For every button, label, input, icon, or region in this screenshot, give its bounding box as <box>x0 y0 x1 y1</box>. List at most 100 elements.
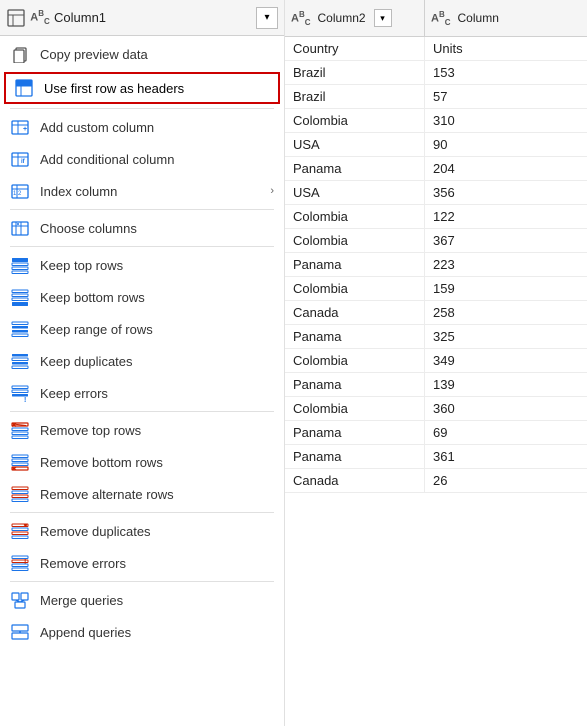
cell-col3: 349 <box>425 349 587 372</box>
remove-top-rows-label: Remove top rows <box>40 423 274 438</box>
merge-queries-label: Merge queries <box>40 593 274 608</box>
cell-col2: Colombia <box>285 397 425 420</box>
index-col-icon: 1,2 <box>10 181 30 201</box>
col3-label: Column <box>458 11 499 25</box>
table-row: Brazil57 <box>285 85 587 109</box>
cell-col2: Colombia <box>285 277 425 300</box>
use-first-row-icon <box>14 78 34 98</box>
table-row: Canada258 <box>285 301 587 325</box>
menu-item-remove-alternate-rows[interactable]: Remove alternate rows <box>0 478 284 510</box>
menu-item-remove-errors[interactable]: ! Remove errors <box>0 547 284 579</box>
table-row: USA356 <box>285 181 587 205</box>
col2-filter-btn[interactable]: ▾ <box>374 9 392 27</box>
menu-item-keep-duplicates[interactable]: Keep duplicates <box>0 345 284 377</box>
table-row: Panama223 <box>285 253 587 277</box>
remove-bottom-icon <box>10 452 30 472</box>
table-row: Panama361 <box>285 445 587 469</box>
index-column-arrow: › <box>270 185 274 197</box>
menu-item-merge-queries[interactable]: Merge queries <box>0 584 284 616</box>
cell-col2: Brazil <box>285 61 425 84</box>
keep-range-icon <box>10 319 30 339</box>
cell-col2: Panama <box>285 373 425 396</box>
svg-text:!: ! <box>24 559 26 566</box>
svg-text:if: if <box>21 159 26 165</box>
cell-col2: USA <box>285 133 425 156</box>
cell-col3: 139 <box>425 373 587 396</box>
col3-type-icon: ABC <box>431 10 451 27</box>
cell-col2: Panama <box>285 421 425 444</box>
add-conditional-col-icon: if <box>10 149 30 169</box>
merge-icon <box>10 590 30 610</box>
cell-col3: Units <box>425 37 587 60</box>
keep-bottom-icon <box>10 287 30 307</box>
keep-range-rows-label: Keep range of rows <box>40 322 274 337</box>
menu-item-remove-duplicates[interactable]: Remove duplicates <box>0 515 284 547</box>
menu-item-keep-bottom-rows[interactable]: Keep bottom rows <box>0 281 284 313</box>
menu-item-add-conditional-column[interactable]: if Add conditional column <box>0 143 284 175</box>
menu-item-index-column[interactable]: 1,2 Index column › <box>0 175 284 207</box>
remove-dup-icon <box>10 521 30 541</box>
menu-item-keep-range-rows[interactable]: Keep range of rows <box>0 313 284 345</box>
divider-3 <box>10 246 274 247</box>
copy-preview-label: Copy preview data <box>40 47 274 62</box>
col2-header: ABC Column2 ▾ <box>285 0 425 36</box>
cell-col2: Country <box>285 37 425 60</box>
cell-col2: Colombia <box>285 349 425 372</box>
table-row: Panama139 <box>285 373 587 397</box>
remove-alternate-rows-label: Remove alternate rows <box>40 487 274 502</box>
copy-icon <box>10 44 30 64</box>
col1-type-icon: ABC <box>30 8 50 28</box>
menu-item-choose-columns[interactable]: Choose columns <box>0 212 284 244</box>
table-row: Brazil153 <box>285 61 587 85</box>
cell-col3: 122 <box>425 205 587 228</box>
col2-label: Column2 <box>318 11 366 25</box>
keep-err-icon: ! <box>10 383 30 403</box>
menu-item-add-custom-column[interactable]: + Add custom column <box>0 111 284 143</box>
menu-item-remove-bottom-rows[interactable]: Remove bottom rows <box>0 446 284 478</box>
cell-col3: 26 <box>425 469 587 492</box>
menu-item-remove-top-rows[interactable]: Remove top rows <box>0 414 284 446</box>
menu-item-keep-errors[interactable]: ! Keep errors <box>0 377 284 409</box>
table-icon <box>6 8 26 28</box>
choose-col-icon <box>10 218 30 238</box>
cell-col2: Panama <box>285 157 425 180</box>
keep-top-rows-label: Keep top rows <box>40 258 274 273</box>
menu-item-keep-top-rows[interactable]: Keep top rows <box>0 249 284 281</box>
col2-type-icon: ABC <box>291 10 311 27</box>
menu-item-append-queries[interactable]: Append queries <box>0 616 284 648</box>
table-row: CountryUnits <box>285 37 587 61</box>
cell-col3: 159 <box>425 277 587 300</box>
cell-col3: 360 <box>425 397 587 420</box>
append-icon <box>10 622 30 642</box>
choose-columns-label: Choose columns <box>40 221 274 236</box>
cell-col3: 361 <box>425 445 587 468</box>
col1-label: Column1 <box>54 10 252 25</box>
cell-col2: Brazil <box>285 85 425 108</box>
col1-filter-btn[interactable]: ▾ <box>256 7 278 29</box>
add-conditional-column-label: Add conditional column <box>40 152 274 167</box>
table-row: Colombia360 <box>285 397 587 421</box>
remove-errors-label: Remove errors <box>40 556 274 571</box>
cell-col2: USA <box>285 181 425 204</box>
cell-col3: 258 <box>425 301 587 324</box>
add-custom-column-label: Add custom column <box>40 120 274 135</box>
keep-dup-icon <box>10 351 30 371</box>
cell-col2: Canada <box>285 301 425 324</box>
cell-col3: 90 <box>425 133 587 156</box>
table-row: USA90 <box>285 133 587 157</box>
table-row: Panama325 <box>285 325 587 349</box>
keep-bottom-rows-label: Keep bottom rows <box>40 290 274 305</box>
cell-col3: 325 <box>425 325 587 348</box>
keep-top-icon <box>10 255 30 275</box>
menu-item-use-first-row[interactable]: Use first row as headers <box>4 72 280 104</box>
cell-col3: 153 <box>425 61 587 84</box>
data-header-row: ABC Column2 ▾ ABC Column <box>285 0 587 37</box>
index-column-label: Index column <box>40 184 260 199</box>
cell-col3: 356 <box>425 181 587 204</box>
menu-item-copy-preview[interactable]: Copy preview data <box>0 38 284 70</box>
append-queries-label: Append queries <box>40 625 274 640</box>
svg-text:+: + <box>23 126 27 133</box>
keep-duplicates-label: Keep duplicates <box>40 354 274 369</box>
remove-alt-icon <box>10 484 30 504</box>
remove-top-icon <box>10 420 30 440</box>
